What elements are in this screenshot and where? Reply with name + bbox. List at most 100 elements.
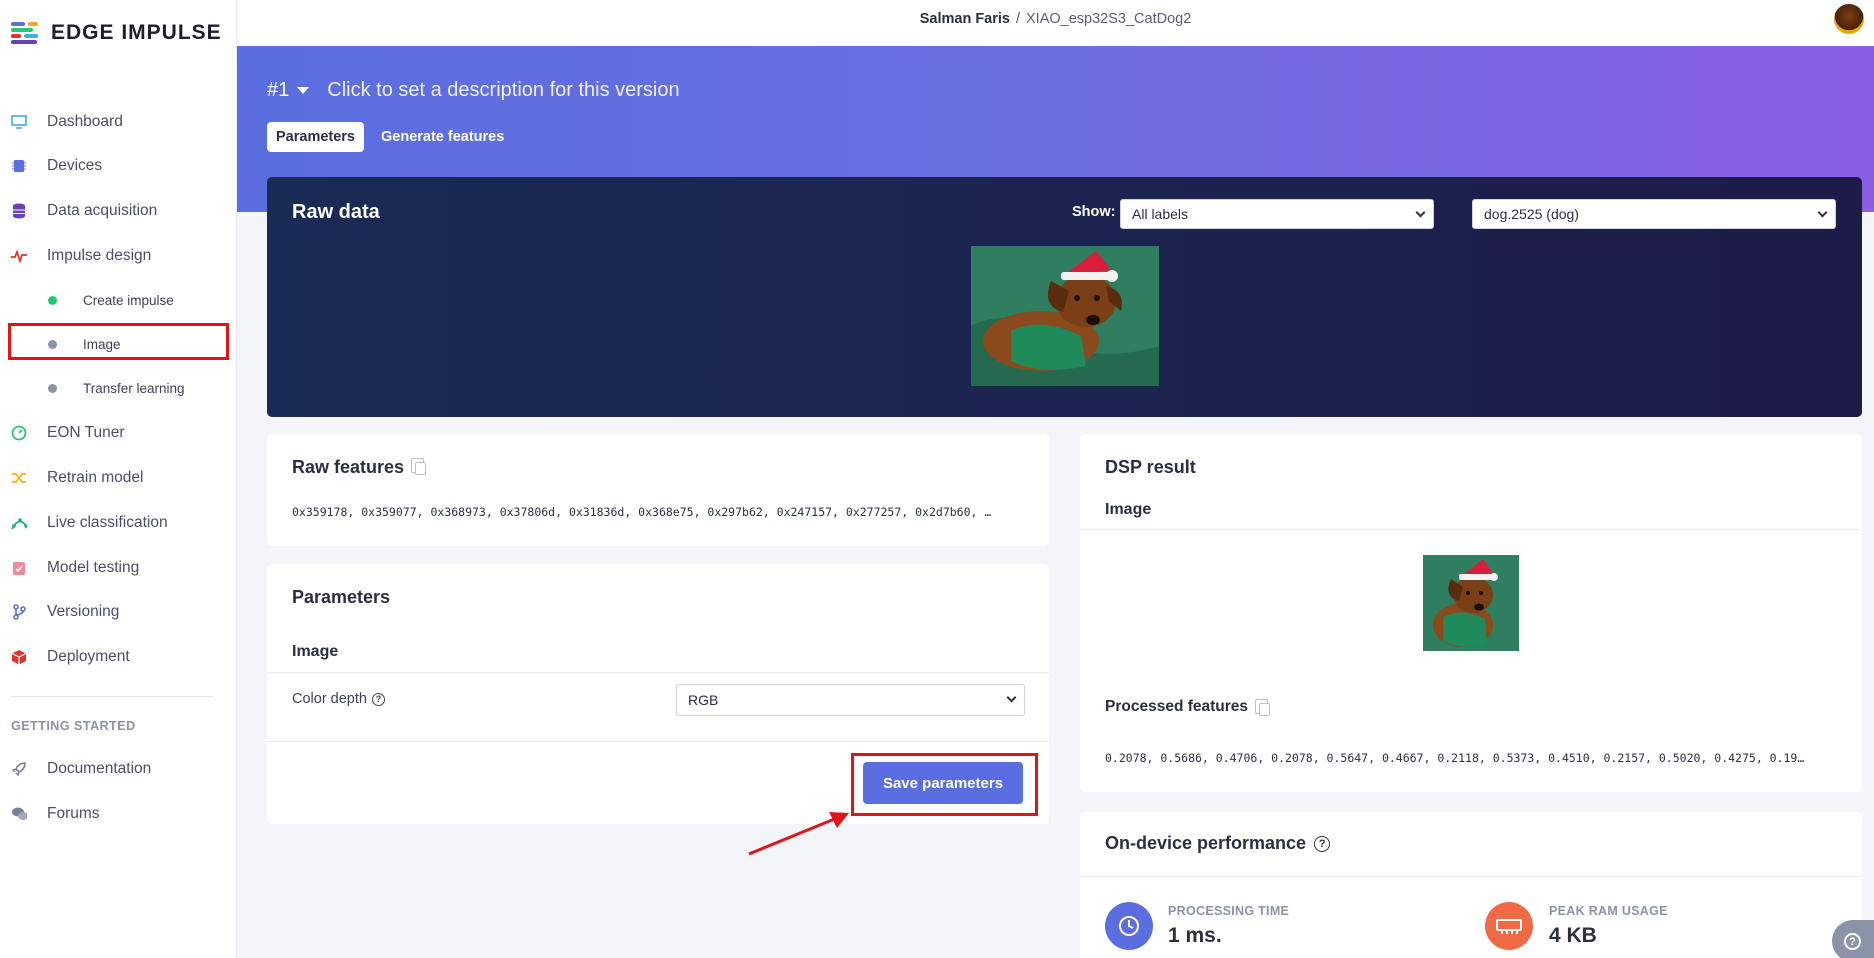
divider (267, 741, 1049, 742)
divider (267, 672, 1049, 673)
tab-generate-features[interactable]: Generate features (372, 122, 513, 152)
performance-title-row: On-device performance ? (1105, 833, 1331, 854)
help-icon[interactable]: ? (371, 692, 385, 706)
live-icon (11, 515, 27, 531)
show-label: Show: (1072, 204, 1116, 220)
raw-sample-image (971, 246, 1159, 386)
color-depth-label-row: Color depth ? (292, 691, 385, 707)
sidebar-item-label: Forums (47, 805, 100, 822)
annotation-arrow (748, 812, 849, 856)
help-icon[interactable]: ? (1314, 835, 1331, 852)
chip-icon (11, 158, 27, 174)
sidebar-item-label: Transfer learning (83, 380, 185, 396)
database-icon (11, 203, 27, 219)
clock-icon (1105, 902, 1153, 950)
edge-impulse-logo[interactable]: EDGE IMPULSE (11, 21, 222, 45)
label-filter-value: All labels (1132, 206, 1189, 222)
sidebar-item-retrain-model[interactable]: Retrain model (0, 456, 237, 500)
sidebar-item-create-impulse[interactable]: Create impulse (0, 278, 237, 322)
top-bar: Salman Faris / XIAO_esp32S3_CatDog2 (237, 0, 1874, 46)
sidebar-item-impulse-design[interactable]: Impulse design (0, 234, 237, 278)
raw-data-title: Raw data (292, 201, 380, 223)
raw-features-values: 0x359178, 0x359077, 0x368973, 0x37806d, … (292, 505, 992, 519)
sidebar-item-model-testing[interactable]: Model testing (0, 546, 237, 590)
branch-icon (11, 604, 27, 620)
sidebar-item-forums[interactable]: Forums (0, 792, 237, 836)
sidebar-item-data-acquisition[interactable]: Data acquisition (0, 189, 237, 233)
raw-data-panel: Raw data Show: All labels dog.2525 (dog) (267, 177, 1862, 417)
processing-time-value: 1 ms. (1168, 924, 1222, 947)
label-filter-select[interactable]: All labels (1120, 199, 1434, 229)
logo-icon (11, 22, 43, 44)
sidebar-item-label: Dashboard (47, 113, 123, 130)
sidebar-item-label: Devices (47, 157, 103, 174)
sidebar-item-transfer-learning[interactable]: Transfer learning (0, 366, 237, 410)
getting-started-heading: GETTING STARTED (11, 719, 136, 733)
chat-icon (11, 806, 27, 822)
sidebar-divider (11, 696, 213, 697)
sidebar-item-deployment[interactable]: Deployment (0, 635, 237, 679)
sidebar-item-label: Live classification (47, 514, 168, 531)
breadcrumb-project[interactable]: XIAO_esp32S3_CatDog2 (1026, 11, 1191, 27)
dsp-image-label: Image (1105, 501, 1152, 518)
version-description[interactable]: Click to set a description for this vers… (327, 79, 679, 102)
dsp-result-card: DSP result Image Processed features 0.20… (1080, 434, 1862, 792)
breadcrumb-separator: / (1015, 11, 1021, 27)
parameters-title: Parameters (292, 587, 391, 607)
version-selector[interactable]: #1 Click to set a description for this v… (267, 79, 680, 102)
raw-features-title: Raw features (292, 457, 405, 477)
save-highlight-box (851, 753, 1038, 816)
avatar[interactable] (1834, 4, 1864, 34)
sidebar-item-label: Deployment (47, 648, 130, 665)
divider (1080, 876, 1862, 877)
processed-features-values: 0.2078, 0.5686, 0.4706, 0.2078, 0.5647, … (1105, 751, 1805, 765)
memory-icon (1485, 902, 1533, 950)
image-highlight-box (8, 323, 229, 360)
sidebar-item-eon-tuner[interactable]: EON Tuner (0, 411, 237, 455)
chevron-down-icon (1415, 207, 1426, 218)
sidebar-item-label: Impulse design (47, 247, 152, 264)
chevron-down-icon (1817, 207, 1828, 218)
sidebar-item-label: Retrain model (47, 469, 144, 486)
sidebar-item-versioning[interactable]: Versioning (0, 590, 237, 634)
version-number: #1 (267, 79, 290, 101)
sample-value: dog.2525 (dog) (1484, 206, 1579, 222)
raw-features-card: Raw features 0x359178, 0x359077, 0x36897… (267, 434, 1049, 546)
sidebar-item-label: Versioning (47, 603, 120, 620)
status-dot (48, 383, 57, 393)
sidebar: EDGE IMPULSE Dashboard Devices Data acqu… (0, 0, 237, 958)
sidebar-item-label: Data acquisition (47, 202, 158, 219)
chevron-down-icon (1006, 692, 1017, 703)
monitor-icon (11, 114, 27, 130)
sidebar-item-devices[interactable]: Devices (0, 144, 237, 188)
color-depth-value: RGB (688, 692, 719, 708)
copy-icon[interactable] (1255, 699, 1270, 716)
sample-select[interactable]: dog.2525 (dog) (1472, 199, 1836, 229)
peak-ram-label: PEAK RAM USAGE (1549, 904, 1668, 918)
breadcrumb: Salman Faris / XIAO_esp32S3_CatDog2 (237, 11, 1874, 27)
pulse-icon (11, 248, 27, 264)
rocket-icon (11, 761, 27, 777)
peak-ram-value: 4 KB (1549, 924, 1597, 947)
sidebar-item-label: Documentation (47, 760, 152, 777)
tab-parameters[interactable]: Parameters (267, 122, 364, 152)
box-icon (11, 649, 27, 665)
breadcrumb-user[interactable]: Salman Faris (920, 11, 1010, 27)
shuffle-icon (11, 470, 27, 486)
tab-bar: Parameters Generate features (267, 122, 513, 152)
color-depth-label: Color depth (292, 691, 367, 707)
gauge-icon (11, 425, 27, 441)
help-button[interactable]: ? (1832, 920, 1874, 958)
divider (1080, 529, 1862, 530)
logo-text: EDGE IMPULSE (51, 21, 222, 44)
caret-down-icon (297, 87, 310, 94)
sidebar-item-live-classification[interactable]: Live classification (0, 501, 237, 545)
sidebar-item-documentation[interactable]: Documentation (0, 747, 237, 791)
sidebar-item-dashboard[interactable]: Dashboard (0, 100, 237, 144)
help-icon: ? (1844, 933, 1861, 950)
sidebar-item-label: Model testing (47, 559, 140, 576)
copy-icon[interactable] (411, 458, 426, 475)
processing-time-label: PROCESSING TIME (1168, 904, 1290, 918)
color-depth-select[interactable]: RGB (676, 684, 1025, 716)
status-dot (48, 295, 57, 305)
